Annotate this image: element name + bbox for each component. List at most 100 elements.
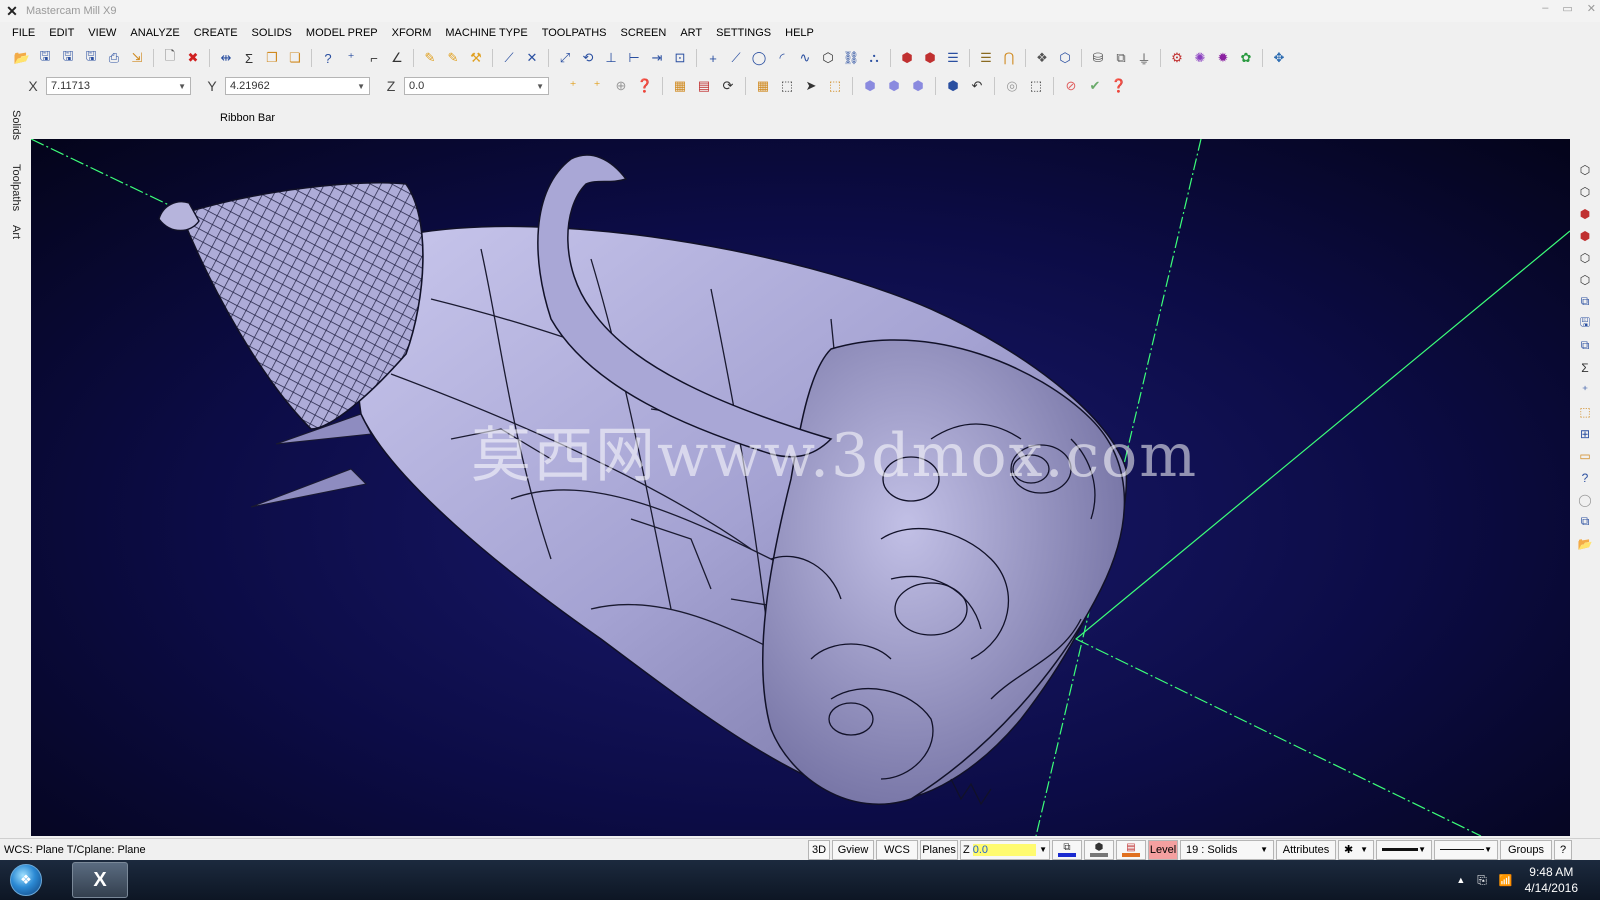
level-button[interactable]: Level	[1148, 839, 1178, 860]
save-as-icon[interactable]: 🖫	[58, 48, 78, 68]
lathe-icon[interactable]: ✹	[1213, 48, 1233, 68]
tool-manager-icon[interactable]: ⧉	[1576, 512, 1594, 531]
sum-icon[interactable]: Σ	[239, 48, 259, 68]
circle-icon[interactable]: ⟋	[726, 48, 746, 68]
solid-layers-icon[interactable]: ⬢	[920, 48, 940, 68]
maximize-button[interactable]: ▭	[1562, 2, 1572, 15]
point-icon[interactable]: ⊡	[670, 48, 690, 68]
autocursor-icon[interactable]: ⊕	[611, 76, 631, 96]
arch-icon[interactable]: ☰	[976, 48, 996, 68]
angle-icon[interactable]: ∠	[387, 48, 407, 68]
solid-select-icon[interactable]: ⬚	[825, 76, 845, 96]
line-icon[interactable]: +	[703, 48, 723, 68]
paste-icon[interactable]: ❏	[285, 48, 305, 68]
open-icon[interactable]: 📂	[12, 48, 32, 68]
solid-extrude-icon[interactable]: ⛬	[864, 48, 884, 68]
save-some-icon[interactable]: 🖫	[81, 48, 101, 68]
line-width-select[interactable]: ▼	[1434, 839, 1498, 860]
offset-icon[interactable]: ⟲	[578, 48, 598, 68]
screen-icon[interactable]: ▭	[1576, 446, 1594, 465]
z-depth-value[interactable]: 0.0	[972, 843, 1037, 856]
undo-select-icon[interactable]: ↶	[967, 76, 987, 96]
z-coordinate-field[interactable]: 0.0 ▼	[404, 77, 549, 95]
help-icon[interactable]: ❓	[1109, 76, 1129, 96]
verify-icon[interactable]: ⏚	[1134, 48, 1154, 68]
menu-analyze[interactable]: ANALYZE	[130, 27, 179, 39]
line-style-select[interactable]: ▼	[1376, 839, 1432, 860]
menu-model-prep[interactable]: MODEL PREP	[306, 27, 378, 39]
menu-toolpaths[interactable]: TOOLPATHS	[542, 27, 607, 39]
copy-icon[interactable]: ❐	[262, 48, 282, 68]
tray-expand-icon[interactable]: ▲	[1456, 875, 1465, 885]
tab-solids[interactable]: Solids	[10, 110, 22, 140]
point-style-select[interactable]: ✱ ▼	[1338, 839, 1374, 860]
color-button[interactable]: ⧉	[1052, 839, 1082, 860]
analyze-icon[interactable]: ?	[1576, 468, 1594, 487]
analyze-point-icon[interactable]: ⁺	[341, 48, 361, 68]
folder-icon[interactable]: 📂	[1576, 534, 1594, 553]
shaded-view-icon[interactable]: ⬡	[1576, 248, 1594, 267]
merge-icon[interactable]: ⇲	[127, 48, 147, 68]
front-view-icon[interactable]: ⬢	[1576, 204, 1594, 223]
chain-icon[interactable]: ⬡	[818, 48, 838, 68]
box-select-icon[interactable]: ⬚	[777, 76, 797, 96]
fit-icon[interactable]: ⬚	[1576, 402, 1594, 421]
wcs-button[interactable]: WCS	[876, 839, 918, 860]
arc-icon[interactable]: ◯	[749, 48, 769, 68]
network-icon[interactable]: ⎘	[1477, 873, 1487, 888]
level-select[interactable]: 19 : Solids ▼	[1180, 839, 1274, 860]
window-select-icon[interactable]: ▦	[753, 76, 773, 96]
signal-icon[interactable]: 📶	[1499, 874, 1513, 887]
wireframe-view-icon[interactable]: ⬡	[1576, 270, 1594, 289]
right-view-icon[interactable]: ⬢	[1576, 226, 1594, 245]
fast-point-icon[interactable]: ⁺	[563, 76, 583, 96]
ok-icon[interactable]: ✔	[1085, 76, 1105, 96]
menu-create[interactable]: CREATE	[194, 27, 238, 39]
rotate-icon[interactable]: ◯	[1576, 490, 1594, 509]
menu-screen[interactable]: SCREEN	[620, 27, 666, 39]
close-file-icon[interactable]: ✖	[183, 48, 203, 68]
taskbar-mastercam-button[interactable]: X	[72, 862, 128, 898]
break-icon[interactable]: ✕	[522, 48, 542, 68]
chevron-down-icon[interactable]: ▼	[1360, 845, 1368, 854]
graphics-viewport[interactable]: 莫西网www.3dmox.com	[31, 139, 1570, 836]
new-icon[interactable]: 🗋	[160, 48, 180, 68]
body-select-icon[interactable]: ⬢	[908, 76, 928, 96]
stretch-icon[interactable]: ⇥	[647, 48, 667, 68]
spline-icon[interactable]: ◜	[772, 48, 792, 68]
help-button[interactable]: ?	[1554, 839, 1572, 860]
3d-button[interactable]: 3D	[808, 839, 830, 860]
face-select-icon[interactable]: ⬢	[860, 76, 880, 96]
print-icon[interactable]: ⎙	[104, 48, 124, 68]
pencil-icon[interactable]: ✎	[420, 48, 440, 68]
gview-button[interactable]: Gview	[832, 839, 874, 860]
chevron-down-icon[interactable]: ▼	[178, 82, 186, 91]
zoom-window-icon[interactable]: ⊞	[1576, 424, 1594, 443]
help-icon[interactable]: ❓	[635, 76, 655, 96]
attributes-button[interactable]: Attributes	[1276, 839, 1336, 860]
dimension-icon[interactable]: ⌐	[364, 48, 384, 68]
menu-settings[interactable]: SETTINGS	[716, 27, 771, 39]
minimize-button[interactable]: –	[1542, 2, 1548, 15]
probe-icon[interactable]: ⋂	[999, 48, 1019, 68]
x-coordinate-field[interactable]: 7.11713 ▼	[46, 77, 191, 95]
extend-icon[interactable]: ⊥	[601, 48, 621, 68]
z-depth-field[interactable]: Z 0.0 ▼	[960, 839, 1050, 860]
point-analyze-icon[interactable]: ⁺	[1576, 380, 1594, 399]
select-only-icon[interactable]: ▤	[694, 76, 714, 96]
join-icon[interactable]: ⤢	[555, 48, 575, 68]
menu-art[interactable]: ART	[680, 27, 702, 39]
menu-help[interactable]: HELP	[785, 27, 814, 39]
link-icon[interactable]: ⛓	[841, 48, 861, 68]
iso-view-icon[interactable]: ⬡	[1576, 160, 1594, 179]
y-coordinate-field[interactable]: 4.21962 ▼	[225, 77, 370, 95]
save-icon[interactable]: 🖫	[35, 48, 55, 68]
move-icon[interactable]: ⇹	[216, 48, 236, 68]
groups-button[interactable]: Groups	[1500, 839, 1552, 860]
modify-icon[interactable]: ⊢	[624, 48, 644, 68]
select-all-icon[interactable]: ▦	[670, 76, 690, 96]
cancel-icon[interactable]: ⊘	[1061, 76, 1081, 96]
menu-solids[interactable]: SOLIDS	[252, 27, 292, 39]
chevron-down-icon[interactable]: ▼	[1484, 845, 1492, 854]
toggle-selection-icon[interactable]: ⟳	[718, 76, 738, 96]
